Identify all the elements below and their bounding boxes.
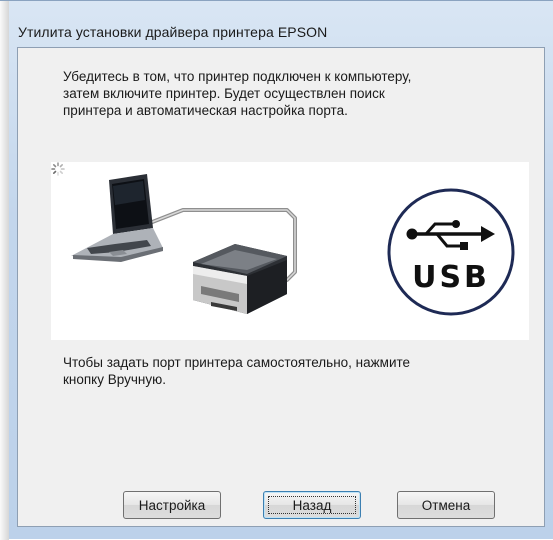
cancel-button[interactable]: Отмена (397, 491, 495, 519)
usb-icon (387, 188, 515, 316)
window-title: Утилита установки драйвера принтера EPSO… (18, 24, 328, 40)
settings-button[interactable]: Настройка (123, 491, 221, 519)
instructions-text: Убедитесь в том, что принтер подключен к… (63, 69, 412, 118)
manual-port-hint: Чтобы задать порт принтера самостоятельн… (63, 355, 411, 387)
usb-label: USB (412, 260, 490, 295)
printer-icon (193, 244, 287, 314)
loading-spinner-icon (51, 162, 65, 176)
dialog-client-area: Убедитесь в том, что принтер подключен к… (17, 47, 545, 527)
laptop-icon (71, 174, 163, 262)
back-button-label: Назад (292, 497, 332, 513)
back-button[interactable]: Назад (263, 491, 361, 519)
dialog-window: Утилита установки драйвера принтера EPSO… (0, 0, 553, 540)
background-window-edge (0, 1, 9, 540)
connection-illustration: USB (51, 162, 529, 340)
